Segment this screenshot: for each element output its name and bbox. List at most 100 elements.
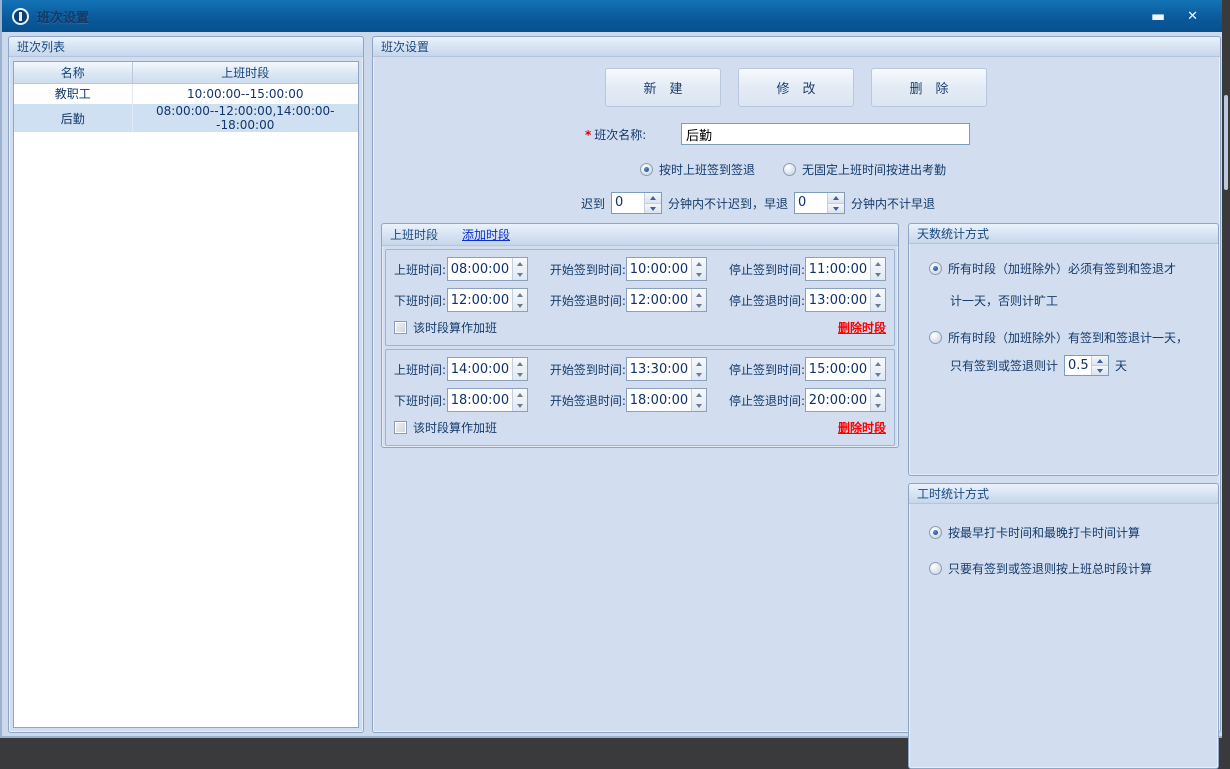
new-button[interactable]: 新 建 bbox=[605, 68, 721, 107]
column-header-name[interactable]: 名称 bbox=[14, 62, 132, 83]
stepper-arrows-icon[interactable] bbox=[1091, 356, 1108, 375]
window-title: 班次设置 bbox=[37, 7, 89, 26]
checkout-start-label: 开始签退时间: bbox=[550, 392, 626, 409]
table-row-selected[interactable]: 后勤 08:00:00--12:00:00,14:00:00--18:00:00 bbox=[14, 104, 358, 132]
checkin-start-label: 开始签到时间: bbox=[550, 261, 626, 278]
delete-period-link[interactable]: 删除时段 bbox=[838, 419, 886, 436]
titlebar: 班次设置 ▬ ✕ bbox=[2, 0, 1222, 32]
work-hours-title: 工时统计方式 bbox=[917, 485, 989, 502]
time-spinner-icon[interactable] bbox=[870, 289, 885, 311]
shift-settings-window: 班次设置 ▬ ✕ 班次列表 名称 上班时段 教职工 10:00: bbox=[0, 0, 1222, 738]
background-strip bbox=[1222, 0, 1230, 738]
time-spinner-icon[interactable] bbox=[870, 258, 885, 280]
mode-fixed-label: 按时上班签到签退 bbox=[659, 161, 755, 178]
shift-settings-panel: 班次设置 新 建 修 改 删 除 * 班次名称: 按时上班签到签退 无固定上班时… bbox=[372, 36, 1221, 733]
overtime-label: 该时段算作加班 bbox=[413, 419, 497, 436]
shift-name-input[interactable] bbox=[681, 123, 970, 145]
app-icon bbox=[12, 8, 29, 25]
time-spinner-icon[interactable] bbox=[691, 389, 706, 411]
day-count-box: 天数统计方式 所有时段（加班除外）必须有签到和签退才 计一天，否则计旷工 所有时… bbox=[908, 223, 1219, 476]
work-start-time-input[interactable]: 14:00:00 bbox=[447, 357, 528, 381]
checkout-stop-time-input[interactable]: 20:00:00 bbox=[805, 388, 886, 412]
work-start-label: 上班时间: bbox=[394, 361, 447, 378]
overtime-checkbox[interactable] bbox=[394, 321, 407, 334]
table-row[interactable]: 教职工 10:00:00--15:00:00 bbox=[14, 83, 358, 104]
checkin-start-time-input[interactable]: 10:00:00 bbox=[626, 257, 707, 281]
time-spinner-icon[interactable] bbox=[512, 258, 527, 280]
scrollbar-thumb[interactable] bbox=[1224, 95, 1228, 190]
day-count-option1-line1: 所有时段（加班除外）必须有签到和签退才 bbox=[948, 260, 1176, 277]
early-minutes-stepper[interactable]: 0 bbox=[794, 192, 845, 214]
delete-button[interactable]: 删 除 bbox=[871, 68, 987, 107]
mode-option-flexible[interactable]: 无固定上班时间按进出考勤 bbox=[783, 161, 946, 178]
radio-hours-total-icon[interactable] bbox=[929, 562, 942, 575]
time-spinner-icon[interactable] bbox=[691, 258, 706, 280]
delete-period-link[interactable]: 删除时段 bbox=[838, 319, 886, 336]
radio-flexible-checkin-icon[interactable] bbox=[783, 163, 796, 176]
checkout-start-time-input[interactable]: 18:00:00 bbox=[626, 388, 707, 412]
time-spinner-icon[interactable] bbox=[512, 289, 527, 311]
time-spinner-icon[interactable] bbox=[512, 358, 527, 380]
stepper-arrows-icon[interactable] bbox=[827, 193, 844, 213]
work-end-label: 下班时间: bbox=[394, 292, 447, 309]
checkout-stop-label: 停止签退时间: bbox=[729, 392, 805, 409]
column-header-period[interactable]: 上班时段 bbox=[132, 62, 358, 83]
shift-settings-header: 班次设置 bbox=[373, 37, 1220, 57]
day-count-option2-line1: 所有时段（加班除外）有签到和签退计一天， bbox=[948, 329, 1188, 346]
work-periods-title: 上班时段 bbox=[390, 226, 438, 243]
close-button[interactable]: ✕ bbox=[1187, 10, 1198, 23]
day-count-option-1[interactable]: 所有时段（加班除外）必须有签到和签退才 bbox=[929, 260, 1176, 277]
late-label: 迟到 bbox=[581, 195, 605, 212]
radio-hours-punch-icon[interactable] bbox=[929, 526, 942, 539]
required-mark: * bbox=[585, 128, 591, 142]
half-day-stepper[interactable]: 0.5 bbox=[1064, 355, 1109, 376]
cell-shift-period[interactable]: 08:00:00--12:00:00,14:00:00--18:00:00 bbox=[132, 104, 358, 132]
checkout-start-time-input[interactable]: 12:00:00 bbox=[626, 288, 707, 312]
late-minutes-stepper[interactable]: 0 bbox=[611, 192, 662, 214]
shift-list-title: 班次列表 bbox=[17, 38, 65, 55]
overtime-checkbox[interactable] bbox=[394, 421, 407, 434]
day-count-option-2[interactable]: 所有时段（加班除外）有签到和签退计一天， bbox=[929, 329, 1188, 346]
radio-daycount-strict-icon[interactable] bbox=[929, 262, 942, 275]
checkin-stop-label: 停止签到时间: bbox=[729, 361, 805, 378]
tolerance-mid-text: 分钟内不计迟到，早退 bbox=[668, 195, 788, 212]
minimize-button[interactable]: ▬ bbox=[1151, 9, 1165, 24]
work-hours-box: 工时统计方式 按最早打卡时间和最晚打卡时间计算 只要有签到或签退则按上班总时段计… bbox=[908, 483, 1219, 769]
time-spinner-icon[interactable] bbox=[870, 389, 885, 411]
tolerance-row: 迟到 0 分钟内不计迟到，早退 0 分钟内不计早退 bbox=[581, 192, 935, 214]
time-spinner-icon[interactable] bbox=[691, 358, 706, 380]
time-spinner-icon[interactable] bbox=[691, 289, 706, 311]
radio-daycount-half-icon[interactable] bbox=[929, 331, 942, 344]
work-start-label: 上班时间: bbox=[394, 261, 447, 278]
cell-shift-name[interactable]: 教职工 bbox=[14, 83, 132, 104]
cell-shift-name[interactable]: 后勤 bbox=[14, 104, 132, 132]
work-end-time-input[interactable]: 18:00:00 bbox=[447, 388, 528, 412]
day-count-option2-line2-prefix: 只有签到或签退则计 bbox=[950, 357, 1058, 374]
shift-name-label: 班次名称: bbox=[594, 126, 646, 143]
work-end-label: 下班时间: bbox=[394, 392, 447, 409]
work-start-time-input[interactable]: 08:00:00 bbox=[447, 257, 528, 281]
work-end-time-input[interactable]: 12:00:00 bbox=[447, 288, 528, 312]
checkin-stop-time-input[interactable]: 15:00:00 bbox=[805, 357, 886, 381]
mode-flexible-label: 无固定上班时间按进出考勤 bbox=[802, 161, 946, 178]
checkout-stop-time-input[interactable]: 13:00:00 bbox=[805, 288, 886, 312]
time-spinner-icon[interactable] bbox=[870, 358, 885, 380]
work-hours-option-2[interactable]: 只要有签到或签退则按上班总时段计算 bbox=[929, 560, 1152, 577]
add-period-link[interactable]: 添加时段 bbox=[462, 226, 510, 243]
checkin-start-time-input[interactable]: 13:30:00 bbox=[626, 357, 707, 381]
work-hours-option1-label: 按最早打卡时间和最晚打卡时间计算 bbox=[948, 524, 1140, 541]
modify-button[interactable]: 修 改 bbox=[738, 68, 854, 107]
time-spinner-icon[interactable] bbox=[512, 389, 527, 411]
tolerance-end-text: 分钟内不计早退 bbox=[851, 195, 935, 212]
radio-fixed-checkin-icon[interactable] bbox=[640, 163, 653, 176]
day-count-title: 天数统计方式 bbox=[917, 225, 989, 242]
checkin-stop-time-input[interactable]: 11:00:00 bbox=[805, 257, 886, 281]
shift-list-table: 名称 上班时段 教职工 10:00:00--15:00:00 后勤 08:00:… bbox=[13, 61, 359, 728]
stepper-arrows-icon[interactable] bbox=[644, 193, 661, 213]
mode-option-fixed[interactable]: 按时上班签到签退 bbox=[640, 161, 755, 178]
work-periods-header: 上班时段 添加时段 bbox=[382, 224, 898, 246]
work-hours-header: 工时统计方式 bbox=[909, 484, 1218, 504]
cell-shift-period[interactable]: 10:00:00--15:00:00 bbox=[132, 83, 358, 104]
checkin-start-label: 开始签到时间: bbox=[550, 361, 626, 378]
work-hours-option-1[interactable]: 按最早打卡时间和最晚打卡时间计算 bbox=[929, 524, 1140, 541]
